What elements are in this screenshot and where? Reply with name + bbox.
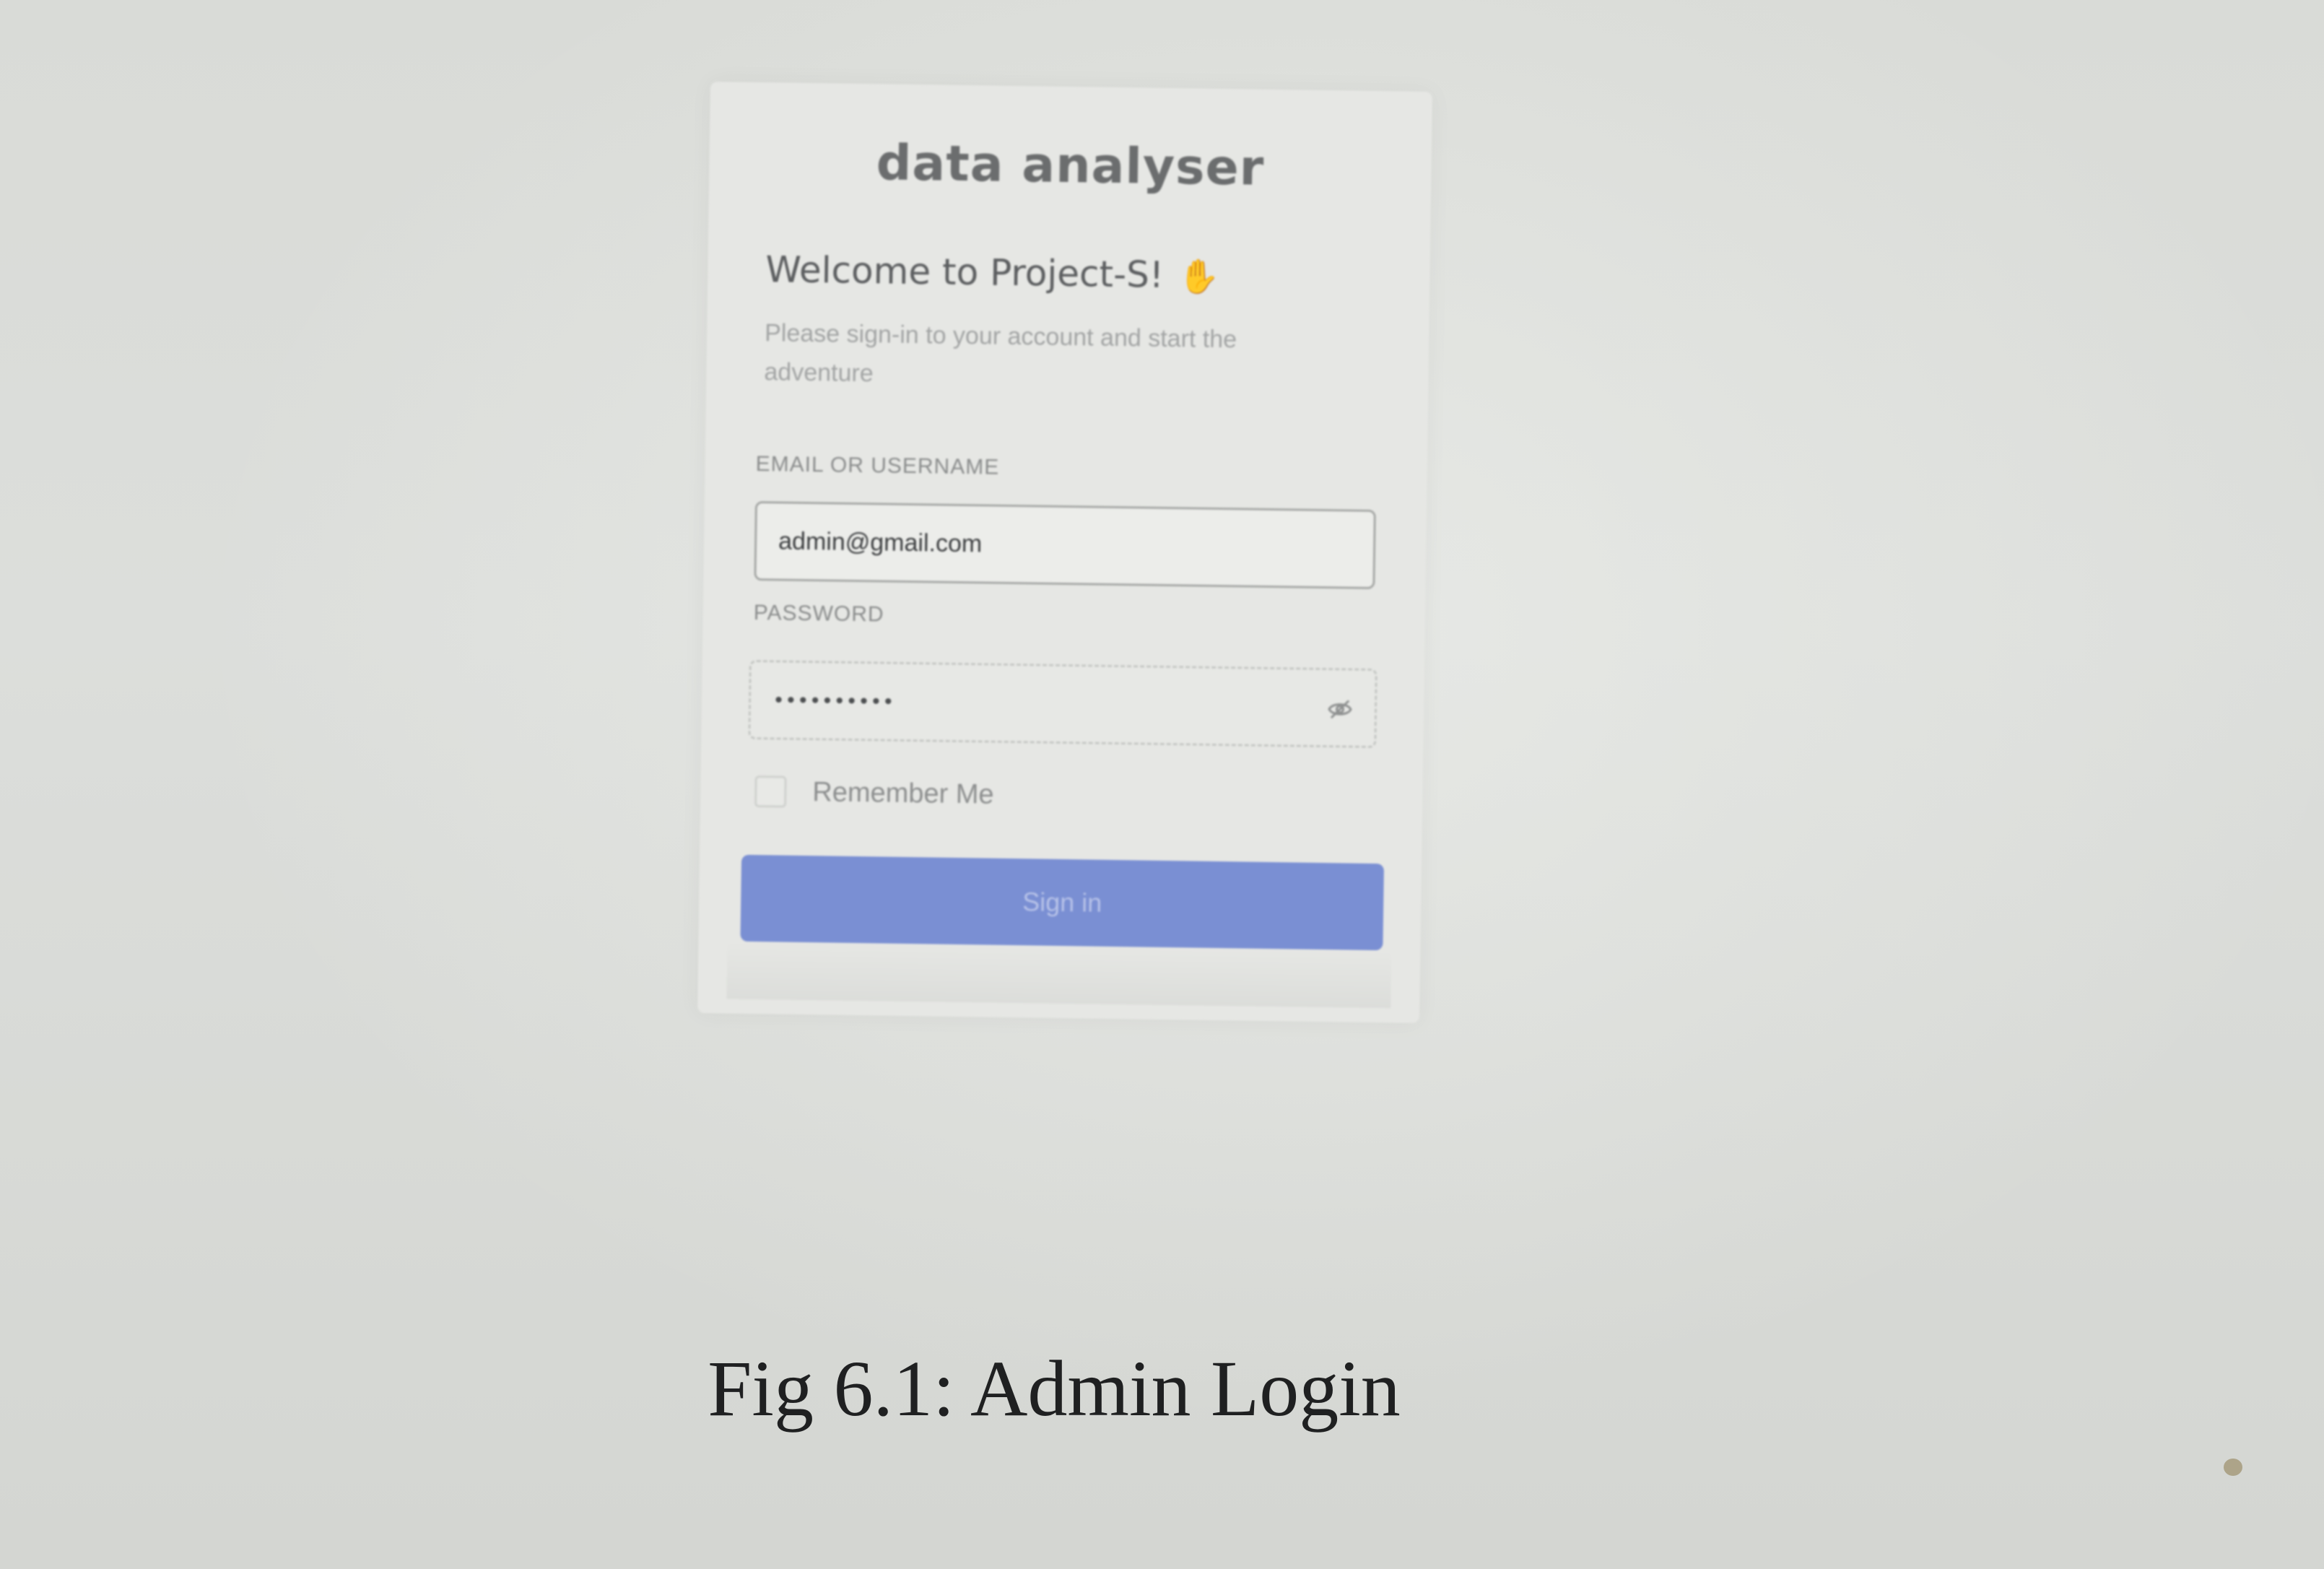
paper-smudge bbox=[2224, 1459, 2242, 1476]
remember-me-checkbox[interactable] bbox=[754, 775, 787, 808]
card-bottom-shadow bbox=[726, 941, 1392, 1009]
email-field[interactable] bbox=[754, 501, 1376, 589]
welcome-subtitle: Please sign-in to your account and start… bbox=[764, 319, 1237, 388]
eye-off-icon[interactable] bbox=[1327, 696, 1353, 722]
remember-me-label: Remember Me bbox=[812, 776, 994, 810]
brand-title: data analyser bbox=[876, 134, 1265, 197]
figure-caption: Fig 6.1: Admin Login bbox=[708, 1344, 1401, 1433]
waving-hand-icon: ✋ bbox=[1178, 256, 1220, 296]
password-field[interactable] bbox=[750, 661, 1300, 745]
sign-in-button[interactable]: Sign in bbox=[740, 854, 1385, 951]
remember-me-row: Remember Me bbox=[754, 775, 994, 811]
email-label: EMAIL OR USERNAME bbox=[755, 452, 1000, 479]
password-field-wrapper bbox=[748, 659, 1378, 749]
password-label: PASSWORD bbox=[753, 600, 884, 627]
welcome-title: Welcome to Project-S! bbox=[765, 248, 1165, 296]
login-card: data analyser Welcome to Project-S! ✋ Ple… bbox=[697, 82, 1432, 1023]
welcome-heading: Welcome to Project-S! ✋ bbox=[765, 248, 1220, 297]
